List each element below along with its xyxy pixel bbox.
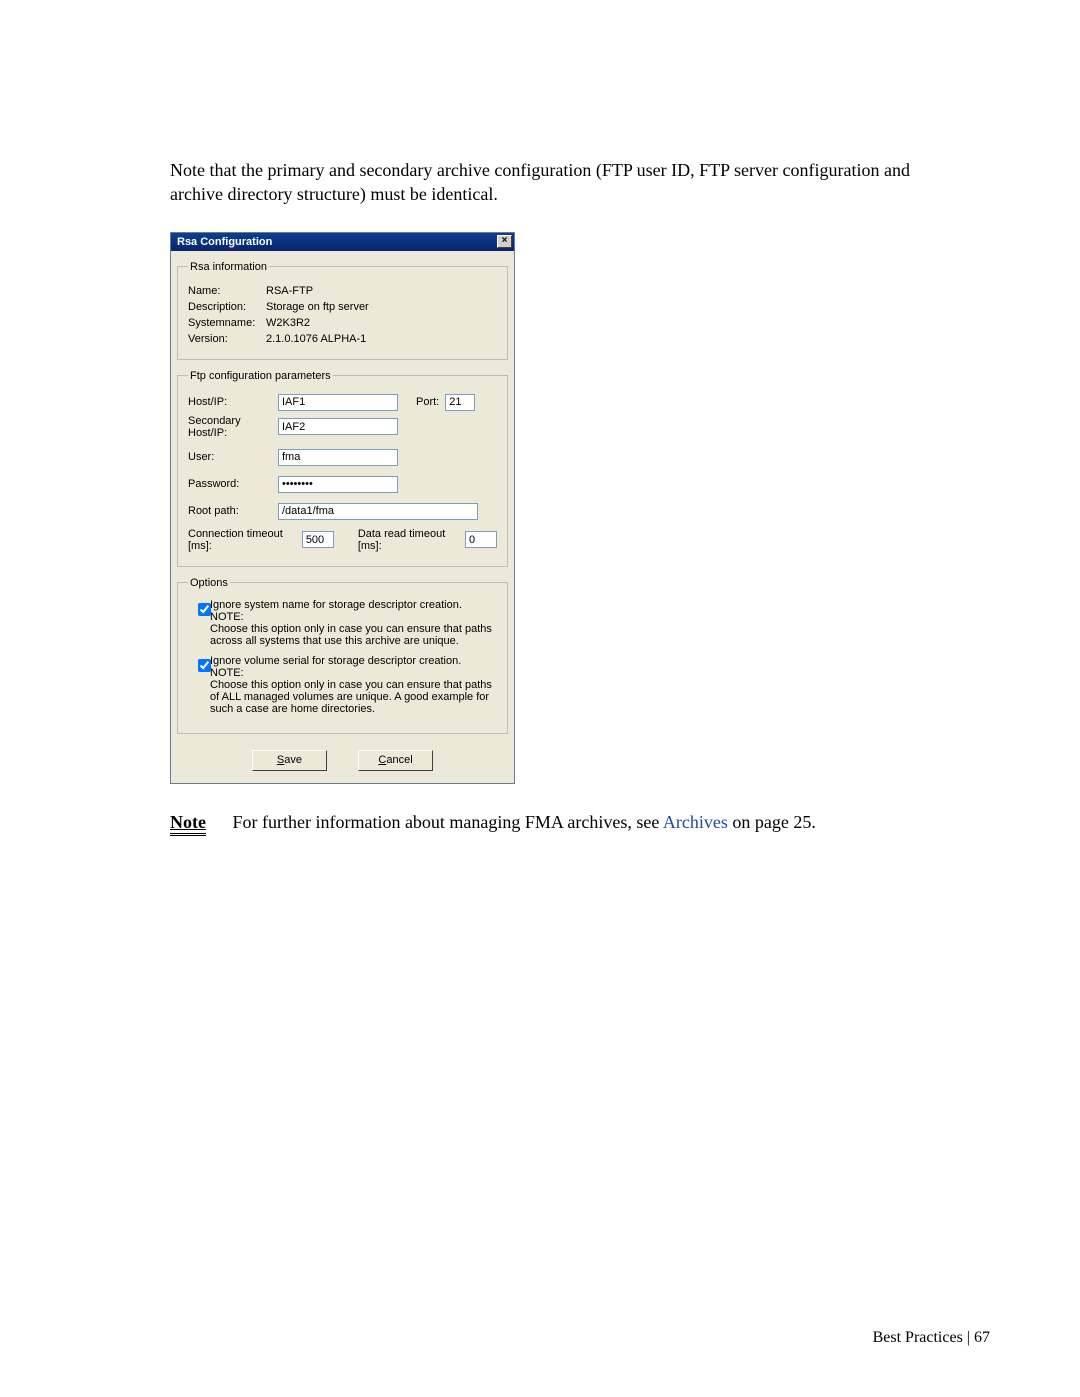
port-label: Port: [416,396,439,408]
archives-link[interactable]: Archives [663,812,728,832]
note-text-after: on page 25. [728,812,816,832]
version-value: 2.1.0.1076 ALPHA-1 [266,333,497,345]
save-button[interactable]: Save [252,750,327,771]
opt2-note-text: Choose this option only in case you can … [210,679,497,715]
secondary-host-input[interactable] [278,418,398,435]
opt2-note-label: NOTE: [210,667,497,679]
footer-page: 67 [974,1329,990,1346]
note-paragraph: Note For further information about manag… [170,812,910,833]
ftp-parameters-group: Ftp configuration parameters Host/IP: Po… [177,370,508,567]
dialog-titlebar: Rsa Configuration × [171,233,514,251]
options-group: Options Ignore system name for storage d… [177,577,508,734]
opt1-note-text: Choose this option only in case you can … [210,623,497,647]
cancel-button[interactable]: Cancel [358,750,433,771]
note-text-before: For further information about managing F… [232,812,662,832]
root-path-input[interactable] [278,503,478,520]
footer-sep: | [963,1329,974,1346]
ignore-system-name-checkbox[interactable] [198,603,211,616]
systemname-label: Systemname: [188,317,266,329]
footer-section: Best Practices [873,1329,963,1346]
options-legend: Options [188,577,230,589]
systemname-value: W2K3R2 [266,317,497,329]
opt1-note-label: NOTE: [210,611,497,623]
note-word: Note [170,812,206,836]
secondary-host-label: Secondary Host/IP: [188,415,278,439]
intro-text: Note that the primary and secondary arch… [170,158,910,207]
host-input[interactable] [278,394,398,411]
user-label: User: [188,451,278,463]
rsa-configuration-dialog: Rsa Configuration × Rsa information Name… [170,232,515,784]
connection-timeout-input[interactable] [302,531,334,548]
password-label: Password: [188,478,278,490]
dialog-title: Rsa Configuration [177,236,272,248]
root-path-label: Root path: [188,505,278,517]
host-label: Host/IP: [188,396,278,408]
ignore-volume-serial-checkbox[interactable] [198,659,211,672]
ignore-system-name-label: Ignore system name for storage descripto… [210,599,462,611]
data-read-timeout-input[interactable] [465,531,497,548]
version-label: Version: [188,333,266,345]
close-icon[interactable]: × [497,235,512,248]
ftp-parameters-legend: Ftp configuration parameters [188,370,333,382]
user-input[interactable] [278,449,398,466]
rsa-information-group: Rsa information Name: RSA-FTP Descriptio… [177,261,508,360]
connection-timeout-label: Connection timeout [ms]: [188,528,298,552]
rsa-information-legend: Rsa information [188,261,269,273]
ignore-volume-serial-label: Ignore volume serial for storage descrip… [210,655,461,667]
name-value: RSA-FTP [266,285,497,297]
page-footer: Best Practices | 67 [873,1329,990,1347]
password-input[interactable] [278,476,398,493]
description-value: Storage on ftp server [266,301,497,313]
description-label: Description: [188,301,266,313]
data-read-timeout-label: Data read timeout [ms]: [358,528,461,552]
name-label: Name: [188,285,266,297]
port-input[interactable] [445,394,475,411]
